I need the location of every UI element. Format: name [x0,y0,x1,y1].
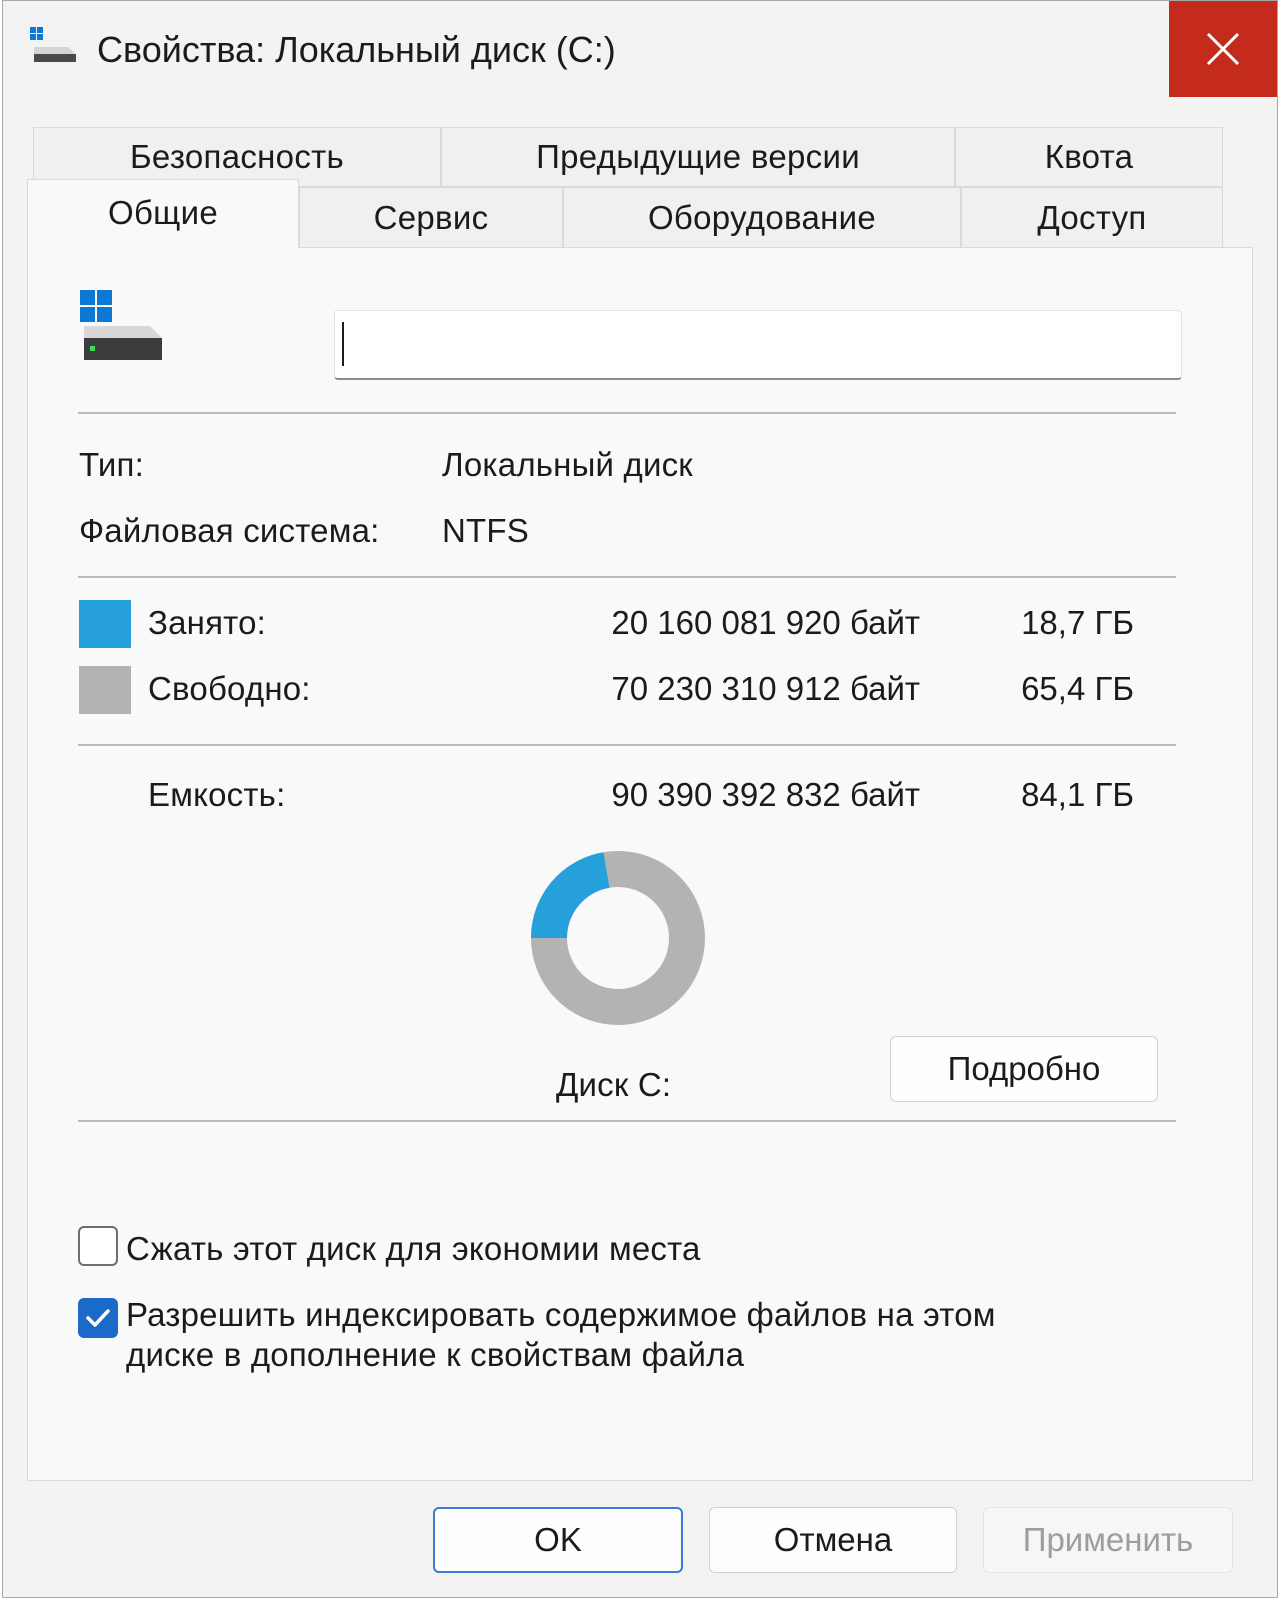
free-bytes: 70 230 310 912 байт [611,670,920,707]
capacity-bytes: 90 390 392 832 байт [611,776,920,813]
tab-label: Оборудование [647,198,877,236]
tab-label: Безопасность [129,138,345,175]
index-label-line1: Разрешить индексировать содержимое файло… [126,1296,996,1333]
used-space-swatch [79,600,131,648]
general-panel: Тип: Локальный диск Файловая система: NT… [27,247,1253,1481]
filesystem-label: Файловая система: [79,512,380,549]
title-bar[interactable]: Свойства: Локальный диск (C:) [3,1,1277,97]
cancel-button[interactable]: Отмена [709,1507,957,1573]
properties-window: Свойства: Локальный диск (C:) Безопаснос… [2,0,1278,1598]
text-caret [342,322,344,366]
drive-icon [30,27,76,62]
tab-security[interactable]: Безопасность [33,127,441,187]
used-bytes: 20 160 081 920 байт [611,604,920,641]
divider [78,576,1176,578]
compress-checkbox[interactable] [78,1226,118,1266]
window-title: Свойства: Локальный диск (C:) [97,29,616,70]
close-icon [1206,32,1240,66]
tab-general[interactable]: Общие [27,179,299,249]
tab-sharing[interactable]: Доступ [961,187,1223,248]
index-label-line2: диске в дополнение к свойствам файла [126,1336,745,1373]
tab-hardware[interactable]: Оборудование [563,187,961,248]
free-gb: 65,4 ГБ [1021,670,1134,707]
volume-name-input[interactable] [334,310,1182,380]
tab-label: Квота [1044,138,1134,175]
details-button[interactable]: Подробно [890,1036,1158,1102]
free-space-swatch [79,666,131,714]
type-label: Тип: [79,446,144,483]
tab-label: Сервис [373,198,489,236]
divider [78,412,1176,414]
capacity-gb: 84,1 ГБ [1021,776,1134,813]
capacity-label: Емкость: [148,776,286,813]
divider [78,1120,1176,1122]
tab-previous-versions[interactable]: Предыдущие версии [441,127,955,187]
tab-label: Общие [107,194,218,231]
drive-icon [80,290,162,360]
apply-button[interactable]: Применить [983,1507,1233,1573]
tab-tools[interactable]: Сервис [299,187,563,248]
ok-button[interactable]: OK [433,1507,683,1573]
tab-label: Предыдущие версии [536,138,860,175]
disk-label: Диск C: [556,1066,672,1103]
free-label: Свободно: [148,670,311,707]
used-gb: 18,7 ГБ [1021,604,1134,641]
divider [78,744,1176,746]
type-value: Локальный диск [442,446,693,483]
disk-usage-donut [531,851,705,1025]
tab-label: Доступ [1037,198,1147,236]
filesystem-value: NTFS [442,512,529,549]
close-button[interactable] [1169,1,1277,97]
used-label: Занято: [148,604,267,641]
compress-label: Сжать этот диск для экономии места [126,1230,701,1267]
tab-quota[interactable]: Квота [955,127,1223,187]
checkmark-icon [86,1309,110,1327]
index-checkbox[interactable] [78,1298,118,1338]
